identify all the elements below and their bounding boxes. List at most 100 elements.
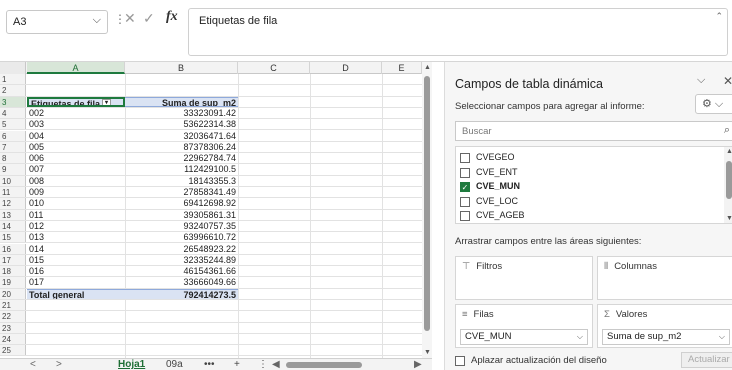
filters-area[interactable]: ⊤ Filtros <box>455 256 593 300</box>
vertical-scrollbar[interactable]: ▲ ▼ <box>422 62 432 358</box>
update-button[interactable]: Actualizar <box>681 352 732 368</box>
row-header[interactable]: 7 <box>0 141 26 153</box>
value-cell[interactable]: 26548923.22 <box>125 244 238 254</box>
value-cell[interactable]: 39305861.31 <box>125 210 238 220</box>
pivot-row-labels-header[interactable]: Etiquetas de fila ▾ <box>27 96 125 107</box>
row-header[interactable]: 9 <box>0 164 26 175</box>
field-search-input[interactable]: Buscar ⌕ <box>455 121 732 141</box>
close-icon[interactable]: ✕ <box>723 74 732 88</box>
scroll-left-icon[interactable]: ◀ <box>272 359 280 370</box>
row-header[interactable]: 2 <box>0 85 26 96</box>
row-header[interactable]: 8 <box>0 153 26 164</box>
row-header[interactable]: 24 <box>0 333 26 345</box>
chevron-down-icon[interactable]: ⌵ <box>719 330 725 344</box>
cell[interactable] <box>125 345 238 355</box>
row-label-cell[interactable]: 014 <box>27 244 125 254</box>
value-cell[interactable]: 112429100.5 <box>125 164 238 174</box>
row-label-cell[interactable]: 003 <box>27 119 125 129</box>
row-header[interactable]: 25 <box>0 345 26 356</box>
rows-field-cve-mun[interactable]: CVE_MUN ⌵ <box>460 329 588 345</box>
field-checkbox[interactable]: ✓ <box>460 182 470 192</box>
row-header[interactable]: 21 <box>0 300 26 311</box>
field-checkbox[interactable] <box>460 167 470 178</box>
enter-icon[interactable]: ✓ <box>143 10 155 27</box>
row-label-cell[interactable]: 005 <box>27 142 125 152</box>
row-header[interactable]: 13 <box>0 209 26 220</box>
horizontal-scrollbar-thumb[interactable] <box>286 362 362 368</box>
row-label-cell[interactable]: 002 <box>27 108 125 118</box>
columns-area[interactable]: ⦀ Columnas <box>597 256 732 300</box>
value-cell[interactable]: 33323091.42 <box>125 108 238 118</box>
scroll-down-icon[interactable]: ▼ <box>424 349 431 356</box>
search-icon[interactable]: ⌕ <box>724 124 730 137</box>
value-cell[interactable]: 87378306.24 <box>125 142 238 152</box>
row-header[interactable]: 3 <box>0 96 26 107</box>
cell[interactable] <box>27 323 125 333</box>
column-header-c[interactable]: C <box>238 62 310 74</box>
spreadsheet-grid[interactable]: ABCDE 1 2 3 Etiquetas de fila ▾ Suma de sup_m… <box>0 62 430 358</box>
scroll-down-icon[interactable]: ▼ <box>726 215 732 222</box>
row-header[interactable]: 16 <box>0 243 26 254</box>
value-cell[interactable]: 63996610.72 <box>125 232 238 242</box>
pivot-value-header[interactable]: Suma de sup_m2 <box>125 96 238 107</box>
values-area[interactable]: Σ Valores Suma de sup_m2 ⌵ <box>597 304 732 348</box>
row-label-cell[interactable]: 009 <box>27 187 125 197</box>
pane-options-chevron-icon[interactable]: ⌵ <box>697 74 705 87</box>
row-label-cell[interactable]: 010 <box>27 198 125 208</box>
prev-sheet-icon[interactable]: < <box>30 359 36 370</box>
row-label-cell[interactable]: 004 <box>27 131 125 141</box>
chevron-down-icon[interactable]: ⌵ <box>577 330 583 344</box>
value-cell[interactable]: 53622314.38 <box>125 119 238 129</box>
scrollbar-thumb[interactable] <box>726 161 732 199</box>
value-cell[interactable]: 27858341.49 <box>125 187 238 197</box>
value-cell[interactable]: 18143355.3 <box>125 176 238 186</box>
cell[interactable] <box>125 311 238 321</box>
cell[interactable] <box>125 334 238 344</box>
row-label-cell[interactable]: 013 <box>27 232 125 242</box>
cell[interactable] <box>125 323 238 333</box>
grand-total-label[interactable]: Total general <box>27 288 125 299</box>
row-label-cell[interactable]: 006 <box>27 153 125 163</box>
tab-options-icon[interactable]: ⋮ <box>258 359 268 370</box>
row-header[interactable]: 17 <box>0 254 26 266</box>
rows-area[interactable]: ≡ Filas CVE_MUN ⌵ <box>455 304 593 348</box>
value-cell[interactable]: 32036471.64 <box>125 131 238 141</box>
row-header[interactable]: 11 <box>0 187 26 198</box>
grand-total-value[interactable]: 792414273.5 <box>125 288 238 299</box>
value-cell[interactable]: 33666049.66 <box>125 277 238 287</box>
add-sheet-icon[interactable]: + <box>234 359 240 370</box>
chevron-down-icon[interactable]: ⌵ <box>93 14 101 27</box>
cell[interactable] <box>27 345 125 355</box>
row-header[interactable]: 1 <box>0 74 26 85</box>
row-label-cell[interactable]: 015 <box>27 255 125 265</box>
row-label-cell[interactable]: 012 <box>27 221 125 231</box>
cell[interactable] <box>27 85 125 95</box>
more-sheets-icon[interactable]: ••• <box>204 359 215 370</box>
row-header[interactable]: 19 <box>0 277 26 288</box>
collapse-icon[interactable]: ⌃ <box>715 11 723 22</box>
cancel-icon[interactable]: ✕ <box>124 10 136 27</box>
field-checkbox[interactable] <box>460 196 470 207</box>
cell[interactable] <box>125 74 238 84</box>
scroll-right-icon[interactable]: ▶ <box>414 359 422 370</box>
value-cell[interactable]: 32335244.89 <box>125 255 238 265</box>
formula-input[interactable]: Etiquetas de fila ⌃ <box>188 8 728 56</box>
sheet-tab-hoja1[interactable]: Hoja1 <box>118 359 145 370</box>
row-label-cell[interactable]: 017 <box>27 277 125 287</box>
field-checkbox[interactable] <box>460 153 470 163</box>
row-header[interactable]: 14 <box>0 220 26 232</box>
row-header[interactable]: 18 <box>0 266 26 277</box>
value-cell[interactable]: 22962784.74 <box>125 153 238 163</box>
row-header[interactable]: 22 <box>0 311 26 322</box>
column-header-d[interactable]: D <box>310 62 382 74</box>
cell[interactable] <box>27 334 125 344</box>
column-header-b[interactable]: B <box>125 62 238 74</box>
cell[interactable] <box>27 311 125 321</box>
scroll-up-icon[interactable]: ▲ <box>424 64 431 71</box>
field-checkbox[interactable] <box>460 211 470 221</box>
value-cell[interactable]: 93240757.35 <box>125 221 238 231</box>
cell[interactable] <box>125 300 238 310</box>
scroll-up-icon[interactable]: ▲ <box>726 148 732 155</box>
row-label-cell[interactable]: 011 <box>27 210 125 220</box>
row-header[interactable]: 6 <box>0 130 26 141</box>
